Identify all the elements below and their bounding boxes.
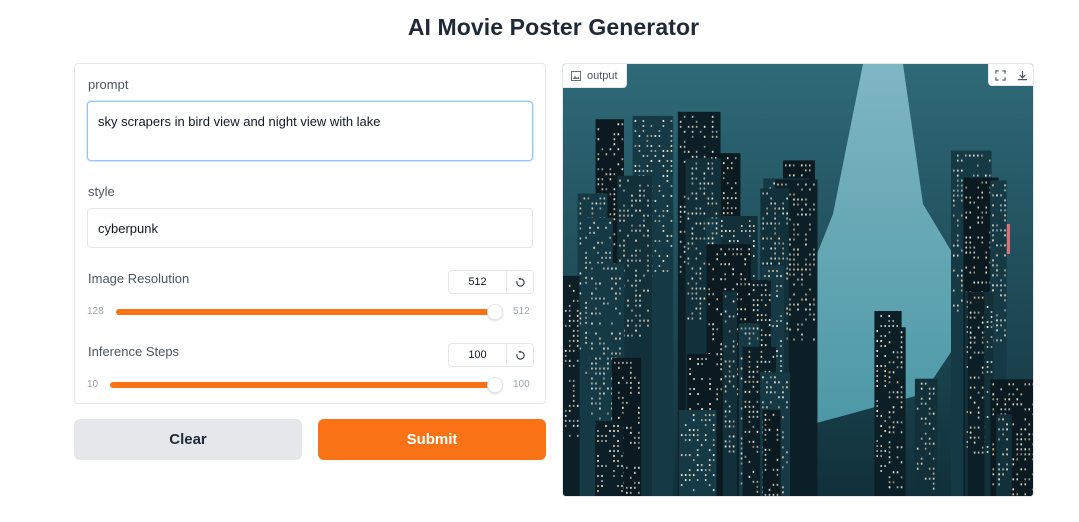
clear-button[interactable]: Clear <box>74 419 302 460</box>
page-title: AI Movie Poster Generator <box>407 14 700 40</box>
output-label: output <box>587 69 618 82</box>
resolution-max: 512 <box>513 306 530 317</box>
download-icon <box>1017 70 1027 80</box>
resolution-slider-track[interactable] <box>116 309 496 315</box>
style-input[interactable]: cyberpunk <box>87 208 533 248</box>
steps-slider-track[interactable] <box>110 382 496 388</box>
output-image-panel: output <box>562 63 1034 497</box>
resolution-label: Image Resolution <box>88 271 190 286</box>
resolution-min: 128 <box>87 306 104 317</box>
resolution-slider-thumb[interactable] <box>487 304 503 320</box>
input-panel: prompt sky scrapers in bird view and nig… <box>74 63 546 404</box>
resolution-number-input[interactable]: 512 <box>448 270 534 294</box>
resolution-value[interactable]: 512 <box>449 271 507 293</box>
image-icon <box>571 70 581 81</box>
fullscreen-button[interactable] <box>989 64 1011 86</box>
prompt-label: prompt <box>88 77 129 92</box>
fullscreen-icon <box>994 69 1006 81</box>
submit-button[interactable]: Submit <box>318 419 546 460</box>
steps-label: Inference Steps <box>88 344 180 359</box>
steps-slider-thumb[interactable] <box>487 377 503 393</box>
steps-number-input[interactable]: 100 <box>448 343 534 367</box>
output-label-tag: output <box>563 64 627 88</box>
output-image[interactable] <box>563 64 1034 497</box>
prompt-input[interactable]: sky scrapers in bird view and night view… <box>87 101 533 161</box>
resolution-reset-button[interactable] <box>507 271 533 293</box>
steps-value[interactable]: 100 <box>449 344 507 366</box>
steps-max: 100 <box>513 379 530 390</box>
steps-min: 10 <box>87 379 99 390</box>
style-label: style <box>88 184 115 199</box>
output-toolbar <box>988 64 1033 86</box>
reset-icon <box>515 349 525 360</box>
reset-icon <box>515 276 525 287</box>
download-button[interactable] <box>1011 64 1033 86</box>
steps-reset-button[interactable] <box>507 344 533 366</box>
